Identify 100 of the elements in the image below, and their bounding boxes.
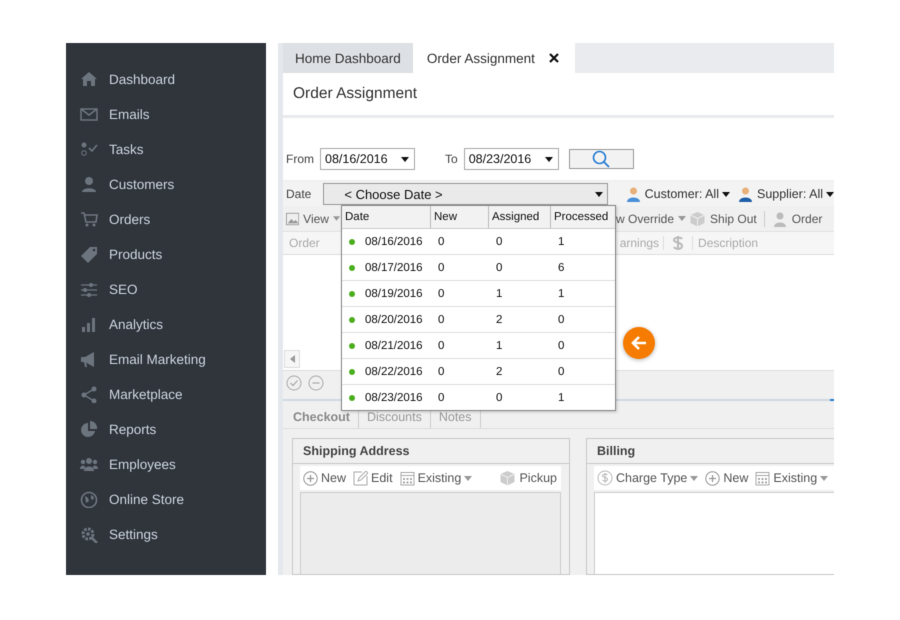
- column-header: Assigned: [489, 206, 551, 228]
- person-icon: [80, 176, 98, 193]
- table-cell-text: 0: [495, 390, 504, 406]
- caret-icon: [401, 156, 409, 162]
- to-label: To: [445, 152, 458, 166]
- order-button[interactable]: Order: [772, 210, 822, 226]
- from-date-picker[interactable]: 08/16/2016: [320, 148, 415, 170]
- table-cell-text: 0: [437, 338, 446, 354]
- customer-filter[interactable]: Customer: All: [624, 186, 730, 202]
- ship-out-button[interactable]: Ship Out: [689, 210, 757, 226]
- search-button[interactable]: [568, 149, 634, 169]
- check-circle-icon[interactable]: [286, 375, 302, 391]
- column-header: Order: [288, 236, 320, 250]
- toolbar-button[interactable]: Charge Type: [597, 470, 698, 486]
- table-cell-text: 0: [437, 260, 446, 276]
- toolbar-button[interactable]: Edit: [353, 470, 393, 486]
- minus-circle-icon[interactable]: [308, 375, 324, 391]
- person-icon: [772, 210, 788, 226]
- table-cell-text: 0: [557, 312, 566, 328]
- sliders-icon: [80, 281, 98, 298]
- table-cell-text: 0: [437, 286, 446, 302]
- table-cell-text: 2: [495, 364, 504, 380]
- caret-icon: [594, 192, 603, 196]
- from-label: From: [286, 152, 314, 166]
- sidebar-item[interactable]: Employees: [66, 447, 266, 482]
- scroll-left-button[interactable]: [284, 350, 300, 368]
- status-dot: [349, 316, 355, 322]
- caret-icon: [826, 192, 834, 196]
- table-cell-text: 1: [557, 286, 566, 302]
- table-cell: 08/17/2016: [342, 255, 431, 280]
- table-cell-text: 1: [557, 234, 566, 250]
- table-cell-text: 0: [437, 364, 446, 380]
- column-header: Description: [692, 236, 758, 250]
- table-cell: 08/16/2016: [342, 229, 431, 254]
- toolbar-button[interactable]: Existing: [400, 470, 472, 486]
- to-date-picker[interactable]: 08/23/2016: [464, 148, 559, 170]
- sidebar-item[interactable]: SEO: [66, 272, 266, 307]
- sidebar-item[interactable]: Online Store: [66, 482, 266, 517]
- table-cell: 08/22/2016: [342, 359, 431, 384]
- status-dot: [349, 394, 355, 400]
- pie-chart-icon: [80, 421, 98, 438]
- table-cell-text: 2: [495, 312, 504, 328]
- table-cell-text: 1: [557, 390, 566, 406]
- override-button[interactable]: w Override: [616, 212, 686, 226]
- supplier-filter[interactable]: Supplier: All: [736, 186, 834, 202]
- box-icon: [499, 470, 516, 486]
- status-dot: [349, 342, 355, 348]
- table-cell: 08/21/2016: [342, 333, 431, 358]
- column-header: Processed: [553, 210, 610, 225]
- table-cell-text: 1: [495, 338, 504, 354]
- plus-circle-icon: [303, 470, 318, 486]
- sidebar-item[interactable]: Marketplace: [66, 377, 266, 412]
- view-button[interactable]: View: [286, 212, 340, 226]
- tab[interactable]: Home Dashboard: [283, 43, 413, 73]
- sidebar-item[interactable]: Emails: [66, 97, 266, 132]
- sidebar-item[interactable]: Reports: [66, 412, 266, 447]
- tab[interactable]: Order Assignment: [412, 43, 575, 73]
- sidebar-item[interactable]: Dashboard: [66, 62, 266, 97]
- status-dot: [349, 264, 355, 270]
- person-icon: [736, 186, 754, 202]
- table-cell-text: 0: [557, 338, 566, 354]
- panel-title: Shipping Address: [303, 444, 410, 458]
- caret-icon: [678, 216, 686, 221]
- dollar-circle-icon: [597, 470, 613, 486]
- sidebar-item[interactable]: Orders: [66, 202, 266, 237]
- sidebar-item[interactable]: Settings: [66, 517, 266, 552]
- table-cell-text: 0: [437, 234, 446, 250]
- toolbar-button[interactable]: New: [303, 470, 346, 486]
- date-dropdown[interactable]: < Choose Date >: [323, 183, 608, 205]
- envelope-icon: [80, 106, 98, 123]
- sidebar-item[interactable]: Customers: [66, 167, 266, 202]
- share-icon: [80, 386, 98, 403]
- house-icon: [80, 71, 98, 88]
- caret-icon: [820, 476, 828, 480]
- plus-circle-icon: [705, 470, 720, 486]
- table-cell-text: 1: [495, 286, 504, 302]
- toolbar-button[interactable]: Existing: [755, 470, 828, 486]
- toolbar-button[interactable]: New: [705, 470, 748, 486]
- table-cell-text: 0: [495, 234, 504, 250]
- sidebar-item[interactable]: Products: [66, 237, 266, 272]
- toolbar-button[interactable]: Pickup: [499, 470, 557, 486]
- caret-icon: [690, 476, 698, 480]
- sidebar-item[interactable]: Analytics: [66, 307, 266, 342]
- table-cell-text: 0: [495, 260, 504, 276]
- column-header: Date: [342, 206, 431, 228]
- sidebar-item[interactable]: Email Marketing: [66, 342, 266, 377]
- status-dot: [349, 238, 355, 244]
- caret-left-icon: [290, 355, 294, 363]
- search-icon: [592, 150, 610, 168]
- box-icon: [689, 210, 706, 226]
- checklist-icon: [80, 141, 98, 158]
- caret-icon: [464, 476, 472, 480]
- sidebar-item[interactable]: Tasks: [66, 132, 266, 167]
- page-title: Order Assignment: [293, 85, 418, 103]
- calendar-icon: [400, 470, 415, 486]
- close-icon[interactable]: [548, 53, 559, 63]
- calendar-icon: [755, 470, 770, 486]
- caret-icon: [332, 216, 340, 221]
- table-cell: 08/20/2016: [342, 307, 431, 332]
- status-dot: [349, 368, 355, 374]
